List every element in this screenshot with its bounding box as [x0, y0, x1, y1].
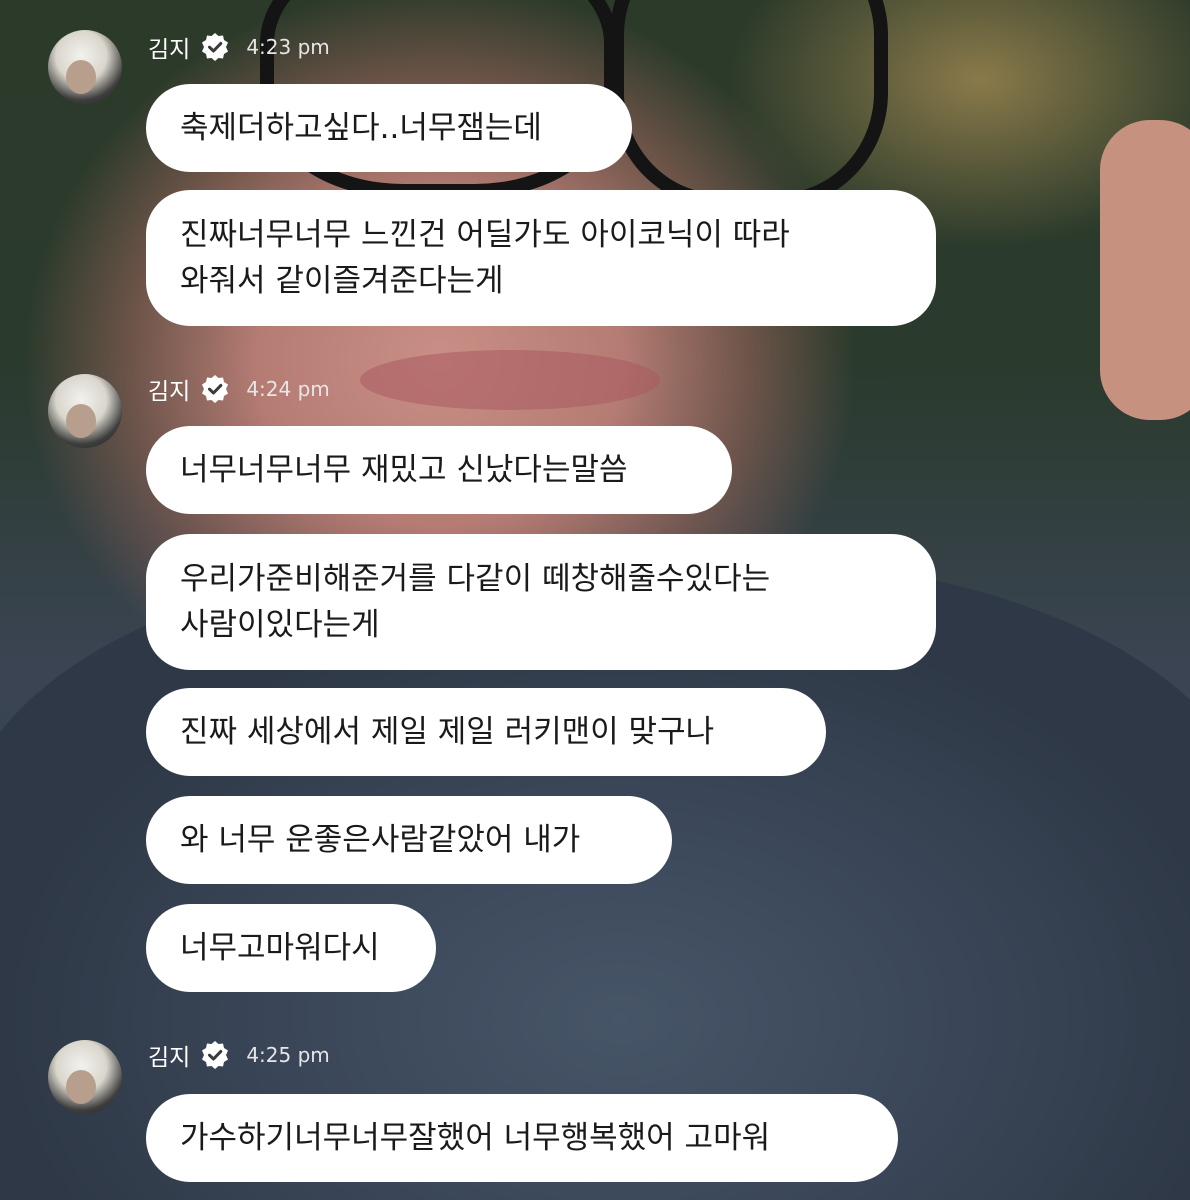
message-bubble[interactable]: 우리가준비해준거를 다같이 떼창해줄수있다는 사람이있다는게: [146, 534, 936, 670]
avatar-face: [66, 404, 96, 438]
message-bubble[interactable]: 축제더하고싶다..너무잼는데: [146, 84, 632, 172]
message-time: 4:25 pm: [246, 1043, 330, 1067]
message-header: 김지 4:25 pm: [148, 1038, 330, 1072]
message-header: 김지 4:24 pm: [148, 372, 330, 406]
avatar-face: [66, 1070, 96, 1104]
message-bubble[interactable]: 너무고마워다시: [146, 904, 436, 992]
username[interactable]: 김지: [148, 372, 190, 406]
message-bubble[interactable]: 진짜너무너무 느낀건 어딜가도 아이코닉이 따라 와줘서 같이즐겨준다는게: [146, 190, 936, 326]
avatar[interactable]: [48, 1040, 122, 1114]
avatar-face: [66, 60, 96, 94]
verified-check-icon: [202, 1041, 229, 1069]
avatar[interactable]: [48, 30, 122, 104]
chat-thread: 김지 4:23 pm 축제더하고싶다..너무잼는데 진짜너무너무 느낀건 어딜가…: [0, 0, 1190, 1200]
message-header: 김지 4:23 pm: [148, 30, 330, 64]
message-bubble[interactable]: 와 너무 운좋은사람같았어 내가: [146, 796, 672, 884]
message-bubble[interactable]: 진짜 세상에서 제일 제일 러키맨이 맞구나: [146, 688, 826, 776]
username[interactable]: 김지: [148, 1038, 190, 1072]
message-time: 4:23 pm: [246, 35, 330, 59]
message-time: 4:24 pm: [246, 377, 330, 401]
username[interactable]: 김지: [148, 30, 190, 64]
verified-check-icon: [202, 375, 229, 403]
message-bubble[interactable]: 가수하기너무너무잘했어 너무행복했어 고마워: [146, 1094, 898, 1182]
verified-check-icon: [202, 33, 229, 61]
message-bubble[interactable]: 너무너무너무 재밌고 신났다는말씀: [146, 426, 732, 514]
avatar[interactable]: [48, 374, 122, 448]
